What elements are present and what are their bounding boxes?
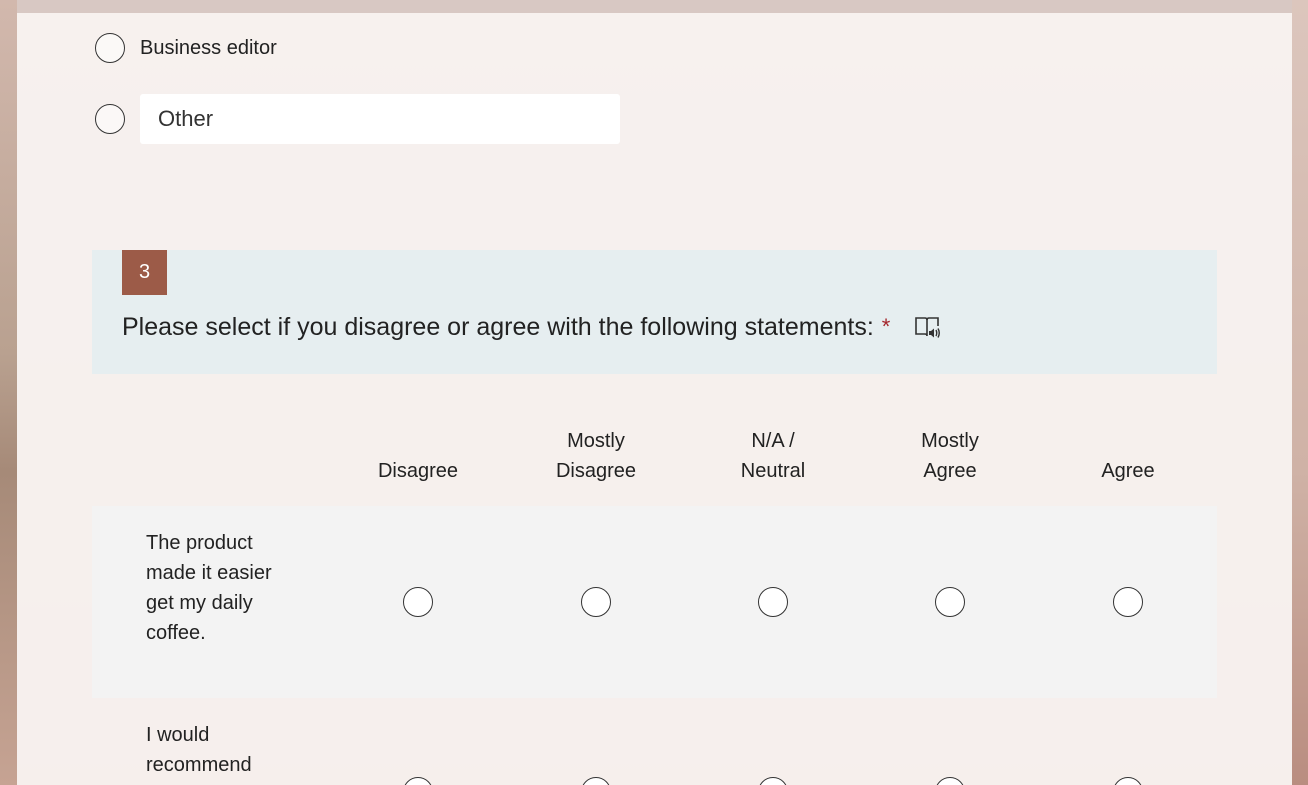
likert-row: The product made it easier get my daily … [92,506,1217,698]
column-header-neutral: N/A / Neutral [698,426,848,486]
col-line2: Disagree [555,460,637,482]
question-header: 3 Please select if you disagree or agree… [92,250,1217,374]
radio-row1-mostly-disagree[interactable] [581,587,611,617]
col-line1 [343,426,493,456]
col-line1: N/A / [751,430,795,452]
radio-row1-agree[interactable] [1113,587,1143,617]
question-title-wrap: Please select if you disagree or agree w… [122,312,942,342]
radio-row2-mostly-agree[interactable] [935,777,965,785]
col-line1: Mostly [567,430,625,452]
option-label: Business editor [140,36,277,59]
background-right [1292,0,1308,785]
background-left [0,0,17,785]
radio-business-editor[interactable] [95,33,125,63]
radio-row2-disagree[interactable] [403,777,433,785]
question-number: 3 [122,250,167,295]
col-line1: Mostly [921,430,979,452]
col-line1 [1053,426,1203,456]
radio-other[interactable] [95,104,125,134]
other-placeholder: Other [158,106,214,131]
radio-row1-mostly-agree[interactable] [935,587,965,617]
other-text-input[interactable]: Other [140,94,620,144]
col-line2: Agree [1101,460,1155,482]
required-marker: * [881,314,891,339]
radio-row1-disagree[interactable] [403,587,433,617]
option-other[interactable]: Other [95,94,620,144]
column-header-mostly-agree: Mostly Agree [875,426,1025,486]
radio-row2-mostly-disagree[interactable] [581,777,611,785]
row-statement: I would recommend [146,724,252,776]
option-business-editor[interactable]: Business editor [95,33,277,63]
col-line2: Disagree [377,460,459,482]
radio-row1-neutral[interactable] [758,587,788,617]
question-title: Please select if you disagree or agree w… [122,312,874,341]
column-header-disagree: Disagree [343,426,493,486]
col-line2: Agree [923,460,977,482]
form-card: Business editor Other 3 Please select if… [17,13,1292,785]
col-line2: Neutral [740,460,806,482]
radio-row2-agree[interactable] [1113,777,1143,785]
row-statement: The product made it easier get my daily … [146,532,272,644]
immersive-reader-icon[interactable] [912,312,942,342]
radio-row2-neutral[interactable] [758,777,788,785]
column-header-mostly-disagree: Mostly Disagree [521,426,671,486]
likert-row: I would recommend [92,698,1217,785]
column-header-agree: Agree [1053,426,1203,486]
background-top [17,0,1292,13]
